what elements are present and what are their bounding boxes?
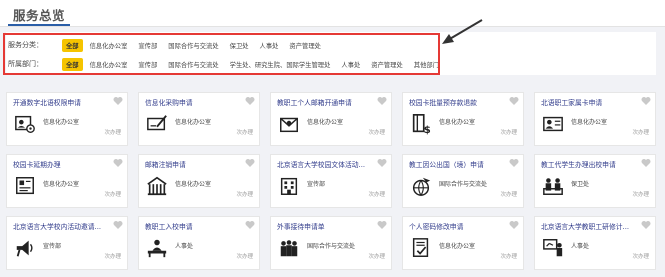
service-card[interactable]: 开通数字北语权限申请 信息化办公室 次办理 xyxy=(6,92,128,146)
card-title: 外事接待申请单 xyxy=(277,223,325,231)
service-card[interactable]: 信息化采购申请 信息化办公室 次办理 xyxy=(138,92,260,146)
card-department: 宣传部 xyxy=(307,181,326,188)
group-icon xyxy=(280,240,298,257)
service-card[interactable]: 北京语言大学教职工研修计... 人事处 次办理 xyxy=(534,216,656,270)
card-times: 次办理 xyxy=(500,254,517,260)
card-times: 次办理 xyxy=(104,254,121,260)
check-pen-icon xyxy=(147,115,167,131)
annotation-arrow-icon xyxy=(442,19,483,44)
service-card-grid: 开通数字北语权限申请 信息化办公室 次办理 信息化采购申请 信息化办公室 次办理… xyxy=(6,92,659,272)
page-title: 服务总览 xyxy=(13,8,66,23)
heart-icon[interactable] xyxy=(113,220,123,230)
card-title: 教职工个人邮箱开通申请 xyxy=(277,99,352,107)
card-department: 人事处 xyxy=(175,243,194,250)
card-times: 次办理 xyxy=(632,192,649,198)
heart-icon[interactable] xyxy=(377,96,387,106)
card-times: 次办理 xyxy=(368,254,385,260)
card-department: 人事处 xyxy=(571,243,590,250)
page-header: 服务总览 xyxy=(0,0,665,27)
mailbox-gate-icon xyxy=(147,176,167,196)
service-card[interactable]: 校园卡批量预存款退款 $ 信息化办公室 次办理 xyxy=(402,92,524,146)
card-department: 信息化办公室 xyxy=(439,119,476,126)
service-card[interactable]: 外事接待申请单 国际合作与交流处 次办理 xyxy=(270,216,392,270)
heart-icon[interactable] xyxy=(641,220,651,230)
certificate-icon xyxy=(16,177,34,195)
card-department: 信息化办公室 xyxy=(307,119,344,126)
heart-icon[interactable] xyxy=(641,158,651,168)
heart-icon[interactable] xyxy=(641,96,651,106)
security-desk-icon xyxy=(543,178,563,195)
family-card-icon xyxy=(543,116,563,132)
card-title: 校园卡延期办理 xyxy=(13,161,61,169)
airplane-globe-icon xyxy=(412,177,431,197)
speaker-icon xyxy=(16,240,33,257)
card-department: 保卫处 xyxy=(571,181,590,188)
card-title: 个人密码修改申请 xyxy=(409,223,464,231)
card-times: 次办理 xyxy=(236,254,253,260)
card-times: 次办理 xyxy=(632,130,649,136)
heart-icon[interactable] xyxy=(377,158,387,168)
service-card[interactable]: 教职工个人邮箱开通申请 信息化办公室 次办理 xyxy=(270,92,392,146)
card-department: 国际合作与交流处 xyxy=(439,181,488,188)
heart-icon[interactable] xyxy=(245,96,255,106)
service-card[interactable]: 个人密码修改申请 信息化办公室 次办理 xyxy=(402,216,524,270)
card-title: 教工因公出国（境）申请 xyxy=(409,161,484,169)
card-department: 信息化办公室 xyxy=(175,119,212,126)
card-title: 北语职工家属卡申请 xyxy=(541,99,603,107)
card-title: 北京语言大学校园文体活动... xyxy=(277,161,366,169)
card-times: 次办理 xyxy=(368,192,385,198)
service-card[interactable]: 北京语言大学校园文体活动... 宣传部 次办理 xyxy=(270,154,392,208)
card-department: 信息化办公室 xyxy=(439,243,476,250)
card-title: 校园卡批量预存款退款 xyxy=(409,99,477,107)
card-times: 次办理 xyxy=(500,192,517,198)
card-title: 教工代学生办理出校申请 xyxy=(541,161,616,169)
card-title: 信息化采购申请 xyxy=(145,99,193,107)
heart-icon[interactable] xyxy=(245,220,255,230)
card-title: 北京语言大学校内活动邀请... xyxy=(13,223,102,231)
card-department: 信息化办公室 xyxy=(43,119,80,126)
title-underline xyxy=(8,24,70,26)
service-card[interactable]: 邮箱注销申请 信息化办公室 次办理 xyxy=(138,154,260,208)
highlight-annotation-box xyxy=(3,33,440,75)
card-times: 次办理 xyxy=(104,130,121,136)
card-title: 教职工入校申请 xyxy=(145,223,193,231)
password-doc-icon xyxy=(412,238,429,257)
service-card[interactable]: 校园卡延期办理 信息化办公室 次办理 xyxy=(6,154,128,208)
heart-icon[interactable] xyxy=(113,158,123,168)
card-times: 次办理 xyxy=(632,254,649,260)
card-times: 次办理 xyxy=(500,130,517,136)
card-title: 邮箱注销申请 xyxy=(145,161,186,169)
service-card[interactable]: 北京语言大学校内活动邀请... 宣传部 次办理 xyxy=(6,216,128,270)
card-times: 次办理 xyxy=(368,130,385,136)
card-title: 北京语言大学教职工研修计... xyxy=(541,223,630,231)
heart-icon[interactable] xyxy=(245,158,255,168)
service-card[interactable]: 教职工入校申请 人事处 次办理 xyxy=(138,216,260,270)
svg-text:$: $ xyxy=(424,125,431,135)
reception-icon xyxy=(147,239,167,258)
card-department: 信息化办公室 xyxy=(175,181,212,188)
heart-icon[interactable] xyxy=(509,96,519,106)
heart-icon[interactable] xyxy=(113,96,123,106)
heart-icon[interactable] xyxy=(509,158,519,168)
heart-icon[interactable] xyxy=(377,220,387,230)
card-times: 次办理 xyxy=(104,192,121,198)
service-card[interactable]: 教工因公出国（境）申请 国际合作与交流处 次办理 xyxy=(402,154,524,208)
envelope-icon xyxy=(280,117,298,133)
card-department: 信息化办公室 xyxy=(571,119,608,126)
heart-icon[interactable] xyxy=(509,220,519,230)
card-department: 宣传部 xyxy=(43,243,62,250)
card-department: 国际合作与交流处 xyxy=(307,243,356,250)
card-times: 次办理 xyxy=(236,130,253,136)
card-refund-icon: $ xyxy=(412,114,431,135)
service-card[interactable]: 教工代学生办理出校申请 保卫处 次办理 xyxy=(534,154,656,208)
id-card-gear-icon xyxy=(15,115,35,133)
building-icon xyxy=(280,177,298,195)
service-card[interactable]: 北语职工家属卡申请 信息化办公室 次办理 xyxy=(534,92,656,146)
card-title: 开通数字北语权限申请 xyxy=(13,99,81,107)
presentation-icon xyxy=(543,239,563,257)
card-times: 次办理 xyxy=(236,192,253,198)
card-department: 信息化办公室 xyxy=(43,181,80,188)
